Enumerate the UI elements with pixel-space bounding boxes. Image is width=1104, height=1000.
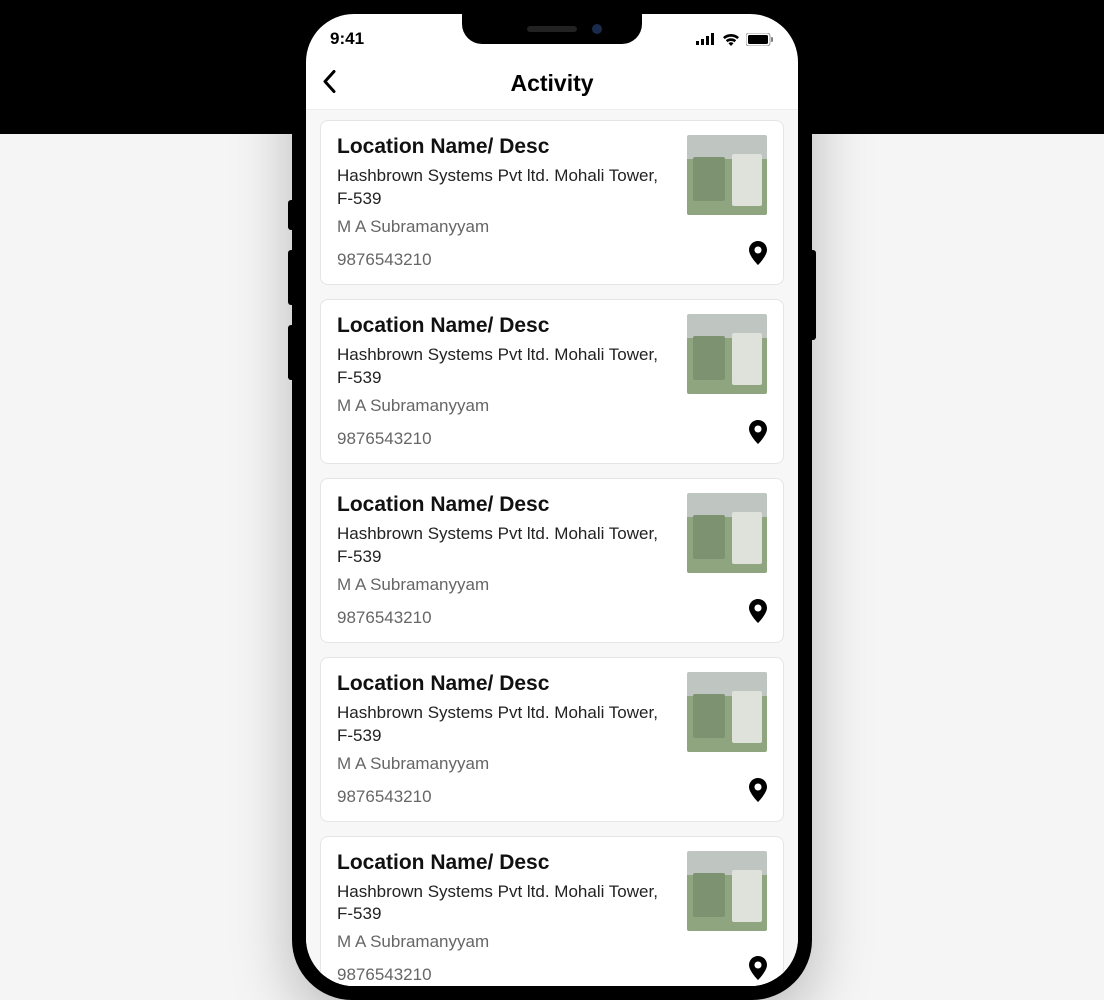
cellular-signal-icon bbox=[696, 33, 716, 45]
card-phone: 9876543210 bbox=[337, 965, 432, 985]
phone-frame: 9:41 Activity Loca bbox=[292, 0, 812, 1000]
phone-notch bbox=[462, 14, 642, 44]
card-address: Hashbrown Systems Pvt ltd. Mohali Tower,… bbox=[337, 523, 673, 569]
card-thumbnail bbox=[687, 672, 767, 752]
card-address: Hashbrown Systems Pvt ltd. Mohali Tower,… bbox=[337, 165, 673, 211]
card-title: Location Name/ Desc bbox=[337, 135, 673, 159]
map-pin-icon[interactable] bbox=[749, 599, 767, 628]
back-chevron-icon[interactable] bbox=[322, 69, 338, 98]
card-thumbnail bbox=[687, 135, 767, 215]
card-phone: 9876543210 bbox=[337, 250, 432, 270]
map-pin-icon[interactable] bbox=[749, 956, 767, 985]
activity-card[interactable]: Location Name/ Desc Hashbrown Systems Pv… bbox=[320, 478, 784, 643]
nav-bar: Activity bbox=[306, 58, 798, 110]
card-title: Location Name/ Desc bbox=[337, 851, 673, 875]
phone-side-buttons-left bbox=[288, 200, 294, 400]
card-thumbnail bbox=[687, 851, 767, 931]
card-phone: 9876543210 bbox=[337, 429, 432, 449]
activity-card[interactable]: Location Name/ Desc Hashbrown Systems Pv… bbox=[320, 657, 784, 822]
card-thumbnail bbox=[687, 314, 767, 394]
status-time: 9:41 bbox=[330, 29, 364, 49]
battery-icon bbox=[746, 33, 774, 46]
card-contact: M A Subramanyyam bbox=[337, 575, 673, 595]
phone-screen: 9:41 Activity Loca bbox=[306, 14, 798, 986]
map-pin-icon[interactable] bbox=[749, 778, 767, 807]
activity-card[interactable]: Location Name/ Desc Hashbrown Systems Pv… bbox=[320, 836, 784, 987]
wifi-icon bbox=[722, 33, 740, 46]
card-thumbnail bbox=[687, 493, 767, 573]
card-contact: M A Subramanyyam bbox=[337, 217, 673, 237]
map-pin-icon[interactable] bbox=[749, 241, 767, 270]
card-contact: M A Subramanyyam bbox=[337, 754, 673, 774]
card-contact: M A Subramanyyam bbox=[337, 932, 673, 952]
activity-list[interactable]: Location Name/ Desc Hashbrown Systems Pv… bbox=[306, 110, 798, 986]
phone-side-button-right bbox=[810, 250, 816, 340]
card-title: Location Name/ Desc bbox=[337, 314, 673, 338]
card-address: Hashbrown Systems Pvt ltd. Mohali Tower,… bbox=[337, 344, 673, 390]
card-title: Location Name/ Desc bbox=[337, 493, 673, 517]
activity-card[interactable]: Location Name/ Desc Hashbrown Systems Pv… bbox=[320, 299, 784, 464]
page-title: Activity bbox=[510, 70, 593, 97]
card-phone: 9876543210 bbox=[337, 608, 432, 628]
card-address: Hashbrown Systems Pvt ltd. Mohali Tower,… bbox=[337, 881, 673, 927]
map-pin-icon[interactable] bbox=[749, 420, 767, 449]
card-title: Location Name/ Desc bbox=[337, 672, 673, 696]
status-indicators bbox=[696, 33, 774, 46]
card-phone: 9876543210 bbox=[337, 787, 432, 807]
card-contact: M A Subramanyyam bbox=[337, 396, 673, 416]
card-address: Hashbrown Systems Pvt ltd. Mohali Tower,… bbox=[337, 702, 673, 748]
activity-card[interactable]: Location Name/ Desc Hashbrown Systems Pv… bbox=[320, 120, 784, 285]
